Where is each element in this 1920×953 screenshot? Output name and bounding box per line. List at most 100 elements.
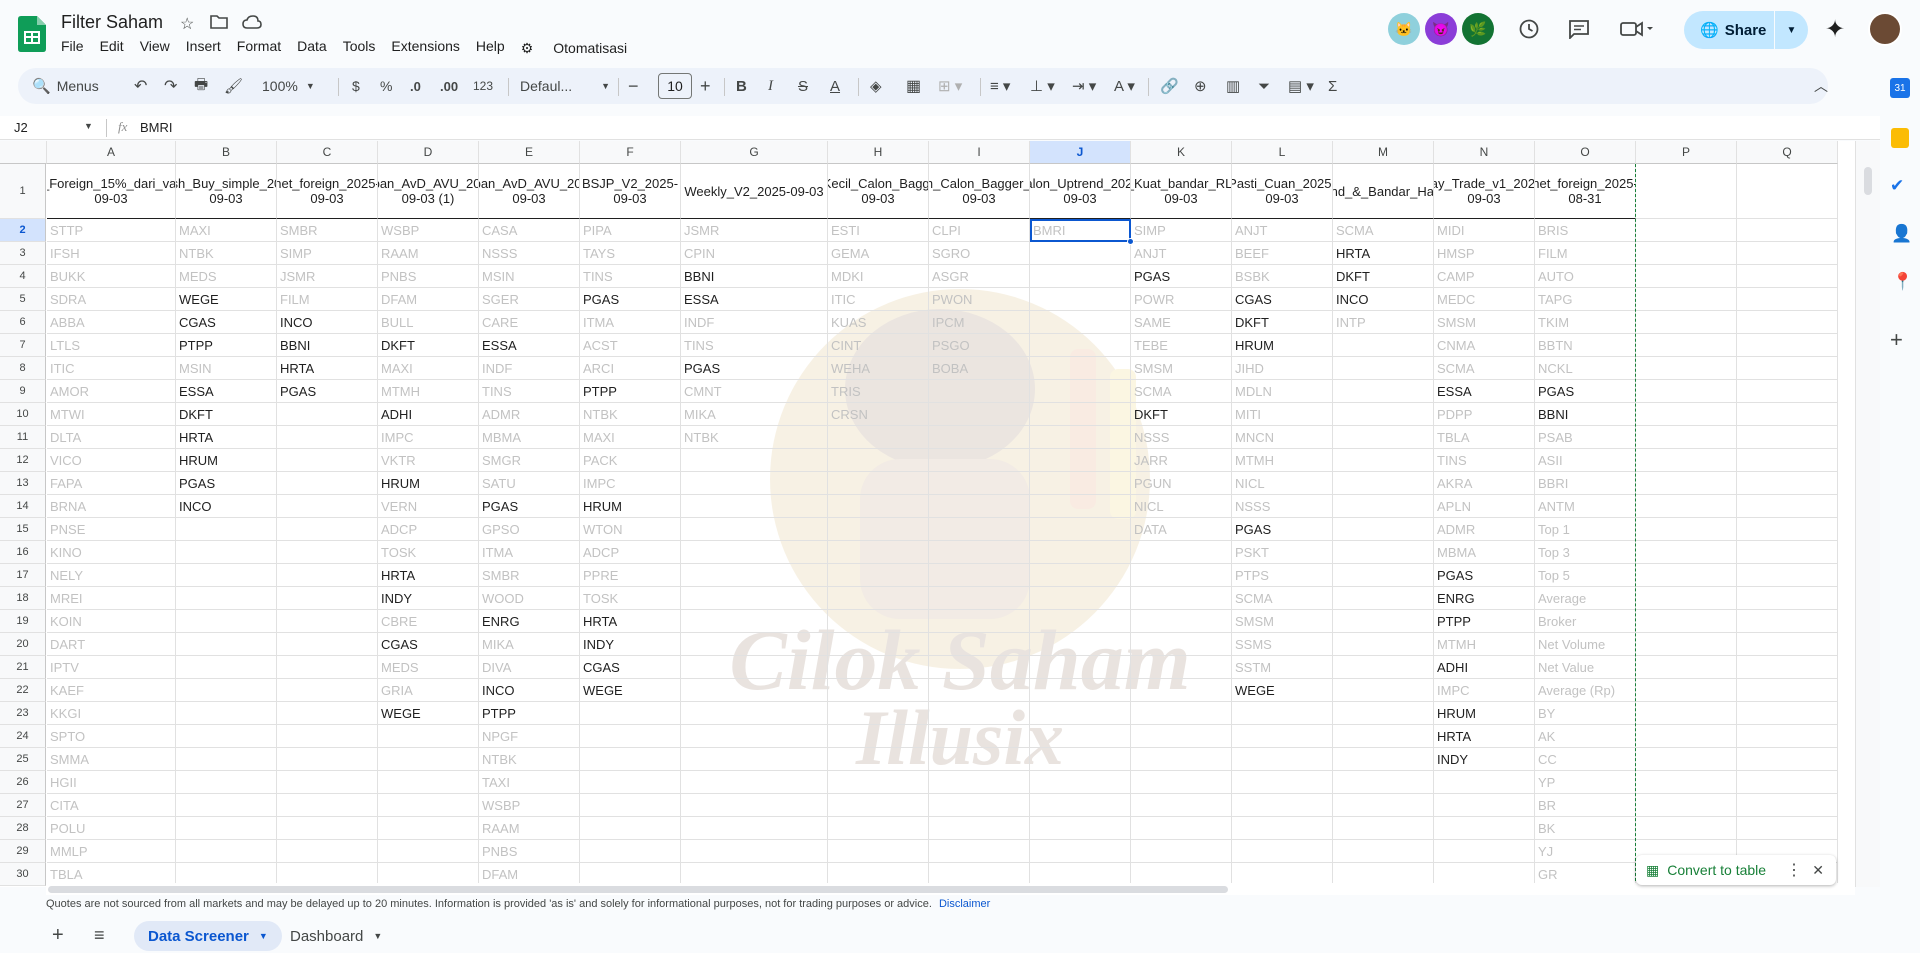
row-header[interactable]: 15 bbox=[0, 518, 46, 541]
add-sheet-icon[interactable]: + bbox=[52, 924, 64, 947]
table-cell[interactable]: Average bbox=[1535, 587, 1636, 610]
table-cell[interactable]: PTPS bbox=[1232, 564, 1333, 587]
table-cell[interactable]: DKFT bbox=[176, 403, 277, 426]
table-cell[interactable] bbox=[378, 840, 479, 863]
table-cell[interactable]: AMOR bbox=[47, 380, 176, 403]
table-cell[interactable]: JARR bbox=[1131, 449, 1232, 472]
table-cell[interactable]: PGAS bbox=[176, 472, 277, 495]
table-cell[interactable] bbox=[1737, 357, 1838, 380]
table-cell[interactable]: AUTO bbox=[1535, 265, 1636, 288]
row-header[interactable]: 1 bbox=[0, 164, 46, 219]
table-cell[interactable] bbox=[176, 610, 277, 633]
header-cell[interactable]: BSJP_V2_2025-09-03 bbox=[580, 164, 681, 219]
table-cell[interactable] bbox=[176, 817, 277, 840]
disclaimer-link[interactable]: Disclaimer bbox=[939, 898, 990, 910]
table-cell[interactable]: SCMA bbox=[1131, 380, 1232, 403]
table-cell[interactable] bbox=[1131, 817, 1232, 840]
table-cell[interactable] bbox=[1333, 633, 1434, 656]
row-header[interactable]: 13 bbox=[0, 472, 46, 495]
column-header-n[interactable]: N bbox=[1434, 141, 1535, 164]
column-header-c[interactable]: C bbox=[277, 141, 378, 164]
row-header[interactable]: 9 bbox=[0, 380, 46, 403]
table-cell[interactable]: KKGI bbox=[47, 702, 176, 725]
table-cell[interactable]: NICL bbox=[1232, 472, 1333, 495]
table-cell[interactable]: ASGR bbox=[929, 265, 1030, 288]
table-cell[interactable] bbox=[681, 725, 828, 748]
table-cell[interactable] bbox=[1636, 702, 1737, 725]
table-cell[interactable] bbox=[277, 679, 378, 702]
document-title[interactable]: Filter Saham bbox=[61, 12, 163, 33]
table-cell[interactable] bbox=[176, 794, 277, 817]
row-header[interactable]: 24 bbox=[0, 725, 46, 748]
table-cell[interactable]: ABBA bbox=[47, 311, 176, 334]
table-cell[interactable] bbox=[277, 564, 378, 587]
table-cell[interactable] bbox=[1737, 564, 1838, 587]
table-cell[interactable] bbox=[277, 403, 378, 426]
text-rotation-icon[interactable]: A ▾ bbox=[1114, 68, 1135, 104]
table-cell[interactable] bbox=[1434, 771, 1535, 794]
table-cell[interactable]: ACST bbox=[580, 334, 681, 357]
header-cell[interactable]: Saham_Kecil_Calon_Bagger_2025-09-03 bbox=[828, 164, 929, 219]
table-cell[interactable] bbox=[929, 426, 1030, 449]
table-cell[interactable] bbox=[1737, 610, 1838, 633]
table-cell[interactable]: MTMH bbox=[1434, 633, 1535, 656]
table-cell[interactable]: SGER bbox=[479, 288, 580, 311]
table-cell[interactable] bbox=[1636, 357, 1737, 380]
table-cell[interactable] bbox=[1737, 518, 1838, 541]
table-cell[interactable]: CGAS bbox=[378, 633, 479, 656]
row-header[interactable]: 5 bbox=[0, 288, 46, 311]
table-cell[interactable]: NTBK bbox=[176, 242, 277, 265]
table-cell[interactable] bbox=[1636, 794, 1737, 817]
scroll-thumb[interactable] bbox=[48, 886, 1228, 893]
row-header[interactable]: 20 bbox=[0, 633, 46, 656]
table-cell[interactable]: HRUM bbox=[580, 495, 681, 518]
table-cell[interactable] bbox=[1737, 449, 1838, 472]
table-cell[interactable] bbox=[929, 449, 1030, 472]
table-cell[interactable] bbox=[1737, 633, 1838, 656]
table-cell[interactable]: ESSA bbox=[681, 288, 828, 311]
table-cell[interactable]: ASII bbox=[1535, 449, 1636, 472]
table-cell[interactable] bbox=[929, 633, 1030, 656]
table-cell[interactable]: CARE bbox=[479, 311, 580, 334]
table-cell[interactable]: ADMR bbox=[1434, 518, 1535, 541]
table-cell[interactable] bbox=[1030, 403, 1131, 426]
table-cell[interactable]: YP bbox=[1535, 771, 1636, 794]
table-cell[interactable] bbox=[277, 426, 378, 449]
text-color-icon[interactable]: A bbox=[830, 68, 840, 104]
table-cell[interactable]: CITA bbox=[47, 794, 176, 817]
menu-data[interactable]: Data bbox=[297, 38, 335, 58]
table-cell[interactable] bbox=[1636, 518, 1737, 541]
table-cell[interactable] bbox=[1636, 242, 1737, 265]
currency-format-button[interactable]: $ bbox=[352, 68, 360, 104]
table-cell[interactable]: NTBK bbox=[580, 403, 681, 426]
table-cell[interactable] bbox=[1737, 725, 1838, 748]
table-cell[interactable] bbox=[1333, 725, 1434, 748]
table-cell[interactable]: PACK bbox=[580, 449, 681, 472]
selected-cell[interactable]: BMRI bbox=[1030, 219, 1131, 242]
table-cell[interactable]: INDF bbox=[479, 357, 580, 380]
paint-format-icon[interactable]: 🖌 bbox=[224, 68, 243, 104]
table-cell[interactable] bbox=[1333, 495, 1434, 518]
table-cell[interactable] bbox=[1131, 771, 1232, 794]
table-cell[interactable]: JSMR bbox=[277, 265, 378, 288]
table-cell[interactable]: PGAS bbox=[580, 288, 681, 311]
table-cell[interactable] bbox=[1737, 288, 1838, 311]
version-history-icon[interactable] bbox=[1514, 14, 1544, 44]
table-cell[interactable]: SMSM bbox=[1232, 610, 1333, 633]
table-cell[interactable] bbox=[1636, 472, 1737, 495]
table-cell[interactable]: BY bbox=[1535, 702, 1636, 725]
table-cell[interactable]: HRTA bbox=[580, 610, 681, 633]
table-cell[interactable] bbox=[929, 725, 1030, 748]
table-cell[interactable] bbox=[828, 426, 929, 449]
table-cell[interactable] bbox=[828, 679, 929, 702]
table-cell[interactable] bbox=[681, 679, 828, 702]
table-cell[interactable] bbox=[176, 771, 277, 794]
table-cell[interactable]: RAAM bbox=[378, 242, 479, 265]
table-cell[interactable] bbox=[681, 840, 828, 863]
table-cell[interactable]: GEMA bbox=[828, 242, 929, 265]
table-cell[interactable]: PDPP bbox=[1434, 403, 1535, 426]
table-cell[interactable] bbox=[1030, 449, 1131, 472]
table-cell[interactable]: ESSA bbox=[1434, 380, 1535, 403]
table-cell[interactable] bbox=[176, 748, 277, 771]
table-cell[interactable]: BRNA bbox=[47, 495, 176, 518]
